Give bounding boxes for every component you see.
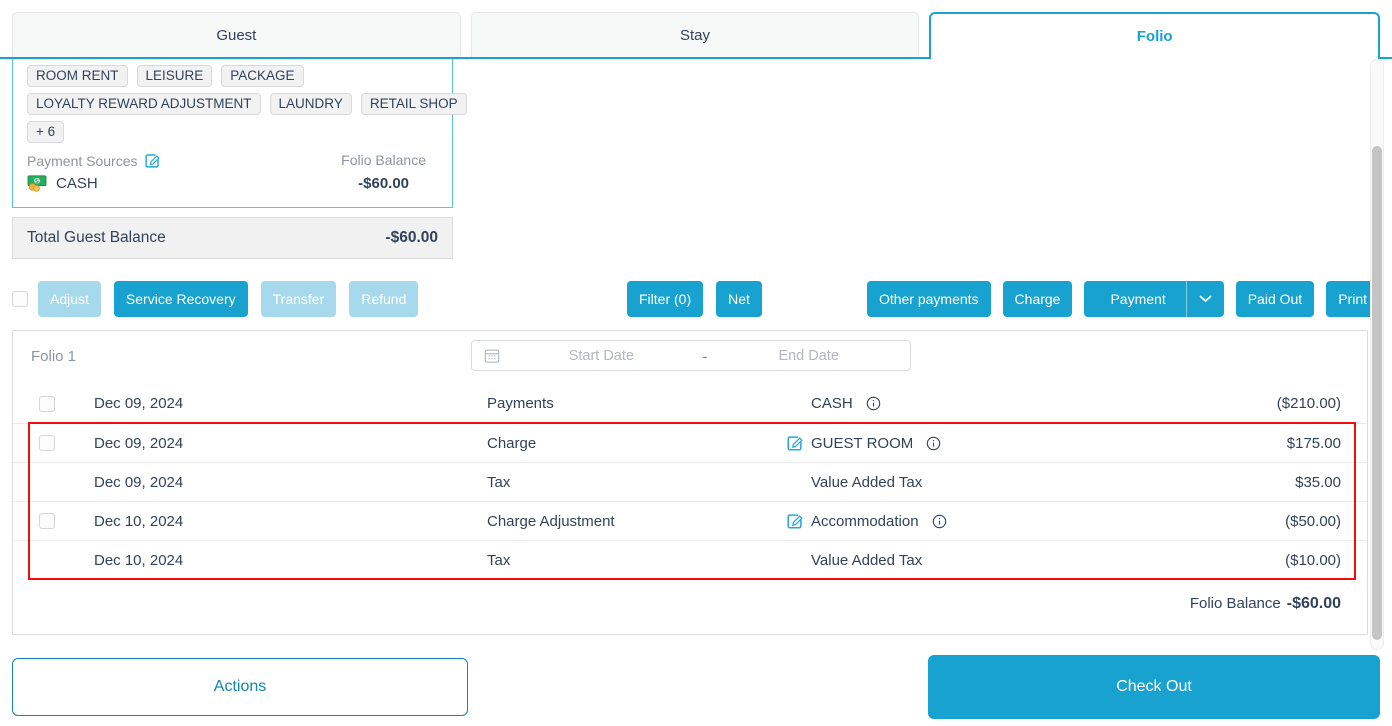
payment-source-name: CASH xyxy=(56,175,98,192)
transaction-type: Tax xyxy=(487,552,786,569)
svg-text:$: $ xyxy=(35,178,39,185)
payment-sources-label: Payment Sources xyxy=(27,153,138,169)
transfer-button[interactable]: Transfer xyxy=(261,281,337,317)
folio-toolbar: Adjust Service Recovery Transfer Refund … xyxy=(12,281,1380,317)
check-out-button[interactable]: Check Out xyxy=(928,655,1380,719)
vertical-scrollbar[interactable] xyxy=(1370,59,1384,650)
folio-page: Guest Stay Folio ROOM RENT LEISURE PACKA… xyxy=(0,0,1392,726)
transactions-list: Dec 09, 2024 Payments CASH ($210.00) Dec… xyxy=(13,384,1367,579)
tag-leisure: LEISURE xyxy=(137,65,213,87)
transaction-date: Dec 09, 2024 xyxy=(94,435,487,452)
transaction-row-charge-adjustment[interactable]: Dec 10, 2024 Charge Adjustment Accommoda… xyxy=(13,501,1367,540)
date-range-picker[interactable]: Start Date - End Date xyxy=(471,340,911,371)
toolbar-right-group: Other payments Charge Payment Paid Out P… xyxy=(867,281,1379,317)
select-all-checkbox[interactable] xyxy=(12,291,28,307)
charge-button[interactable]: Charge xyxy=(1003,281,1073,317)
transaction-amount: ($10.00) xyxy=(1186,552,1367,569)
tag-more-count[interactable]: + 6 xyxy=(27,121,64,143)
cash-icon: $ xyxy=(27,174,47,192)
tag-room-rent: ROOM RENT xyxy=(27,65,128,87)
transaction-type: Payments xyxy=(487,395,786,412)
total-guest-balance-bar: Total Guest Balance -$60.00 xyxy=(12,217,453,259)
transaction-row-payments[interactable]: Dec 09, 2024 Payments CASH ($210.00) xyxy=(13,384,1367,423)
tag-package: PACKAGE xyxy=(221,65,303,87)
info-icon[interactable] xyxy=(932,514,947,529)
folio-balance-value: -$60.00 xyxy=(341,175,426,192)
edit-payment-sources-icon[interactable] xyxy=(144,152,161,169)
charge-tags-row-2: LOYALTY REWARD ADJUSTMENT LAUNDRY RETAIL… xyxy=(27,93,438,115)
payment-sources-left: Payment Sources $ xyxy=(27,152,161,192)
start-date-input[interactable]: Start Date xyxy=(500,348,703,364)
payment-dropdown-toggle[interactable] xyxy=(1186,281,1224,317)
paid-out-button[interactable]: Paid Out xyxy=(1236,281,1314,317)
charge-tags-row-1: ROOM RENT LEISURE PACKAGE xyxy=(27,65,438,87)
transaction-amount: $175.00 xyxy=(1186,435,1367,452)
transaction-description: Value Added Tax xyxy=(811,474,922,491)
transaction-row-charge[interactable]: Dec 09, 2024 Charge GUEST ROOM $175.00 xyxy=(13,423,1367,462)
tab-stay[interactable]: Stay xyxy=(471,12,920,57)
total-guest-balance-value: -$60.00 xyxy=(385,229,438,247)
filter-button[interactable]: Filter (0) xyxy=(627,281,703,317)
transaction-row-tax[interactable]: Dec 09, 2024 Tax Value Added Tax $35.00 xyxy=(13,462,1367,501)
transaction-amount: $35.00 xyxy=(1186,474,1367,491)
payment-split-button[interactable]: Payment xyxy=(1084,281,1223,317)
adjust-button[interactable]: Adjust xyxy=(38,281,101,317)
panel-header: Folio 1 Start Date - End Date xyxy=(13,331,1367,384)
panel-folio-balance-value: -$60.00 xyxy=(1287,595,1341,612)
tab-folio-label: Folio xyxy=(1137,28,1173,45)
folio-transactions-panel: Folio 1 Start Date - End Date xyxy=(12,330,1368,635)
transaction-date: Dec 10, 2024 xyxy=(94,552,487,569)
tag-laundry: LAUNDRY xyxy=(270,93,352,115)
calendar-icon xyxy=(484,348,500,364)
end-date-input[interactable]: End Date xyxy=(707,348,910,364)
folio-balance-label: Folio Balance xyxy=(341,152,426,168)
transaction-description: Value Added Tax xyxy=(811,552,922,569)
row-checkbox[interactable] xyxy=(39,435,55,451)
row-checkbox[interactable] xyxy=(39,396,55,412)
chevron-down-icon xyxy=(1199,295,1212,303)
transaction-type: Charge Adjustment xyxy=(487,513,786,530)
total-guest-balance-label: Total Guest Balance xyxy=(27,229,166,247)
transaction-description: Accommodation xyxy=(811,513,919,530)
tab-guest[interactable]: Guest xyxy=(12,12,461,57)
transaction-date: Dec 09, 2024 xyxy=(94,395,487,412)
transaction-amount: ($210.00) xyxy=(1186,395,1367,412)
actions-button[interactable]: Actions xyxy=(12,658,468,716)
other-payments-button[interactable]: Other payments xyxy=(867,281,991,317)
toolbar-left-group: Adjust Service Recovery Transfer Refund xyxy=(12,281,418,317)
folio-balance-summary: Folio Balance -$60.00 xyxy=(341,152,426,192)
transaction-type: Charge xyxy=(487,435,786,452)
tab-bar: Guest Stay Folio xyxy=(12,12,1380,59)
panel-folio-balance: Folio Balance -$60.00 xyxy=(1190,595,1341,613)
toolbar-center-group: Filter (0) Net xyxy=(627,281,762,317)
info-icon[interactable] xyxy=(866,396,881,411)
info-icon[interactable] xyxy=(926,436,941,451)
service-recovery-button[interactable]: Service Recovery xyxy=(114,281,248,317)
payment-sources-section: Payment Sources $ xyxy=(27,152,438,192)
tab-folio[interactable]: Folio xyxy=(929,12,1380,59)
transaction-amount: ($50.00) xyxy=(1186,513,1367,530)
row-checkbox[interactable] xyxy=(39,513,55,529)
charge-tags-row-3: + 6 xyxy=(27,121,438,143)
tab-guest-label: Guest xyxy=(216,27,256,44)
scrollbar-thumb[interactable] xyxy=(1372,146,1382,640)
transaction-date: Dec 10, 2024 xyxy=(94,513,487,530)
transaction-type: Tax xyxy=(487,474,786,491)
net-button[interactable]: Net xyxy=(716,281,762,317)
panel-folio-balance-label: Folio Balance xyxy=(1190,595,1281,612)
transaction-description: CASH xyxy=(811,395,853,412)
refund-button[interactable]: Refund xyxy=(349,281,418,317)
payment-button-label[interactable]: Payment xyxy=(1084,281,1185,317)
edit-charge-icon[interactable] xyxy=(786,434,804,452)
tab-stay-label: Stay xyxy=(680,27,710,44)
tag-retail-shop: RETAIL SHOP xyxy=(361,93,467,115)
edit-charge-icon[interactable] xyxy=(786,512,804,530)
folio-summary-card: ROOM RENT LEISURE PACKAGE LOYALTY REWARD… xyxy=(12,59,453,208)
transaction-row-tax[interactable]: Dec 10, 2024 Tax Value Added Tax ($10.00… xyxy=(13,540,1367,579)
tag-loyalty-reward-adjustment: LOYALTY REWARD ADJUSTMENT xyxy=(27,93,261,115)
transaction-date: Dec 09, 2024 xyxy=(94,474,487,491)
folio-title: Folio 1 xyxy=(31,348,76,365)
transaction-description: GUEST ROOM xyxy=(811,435,913,452)
